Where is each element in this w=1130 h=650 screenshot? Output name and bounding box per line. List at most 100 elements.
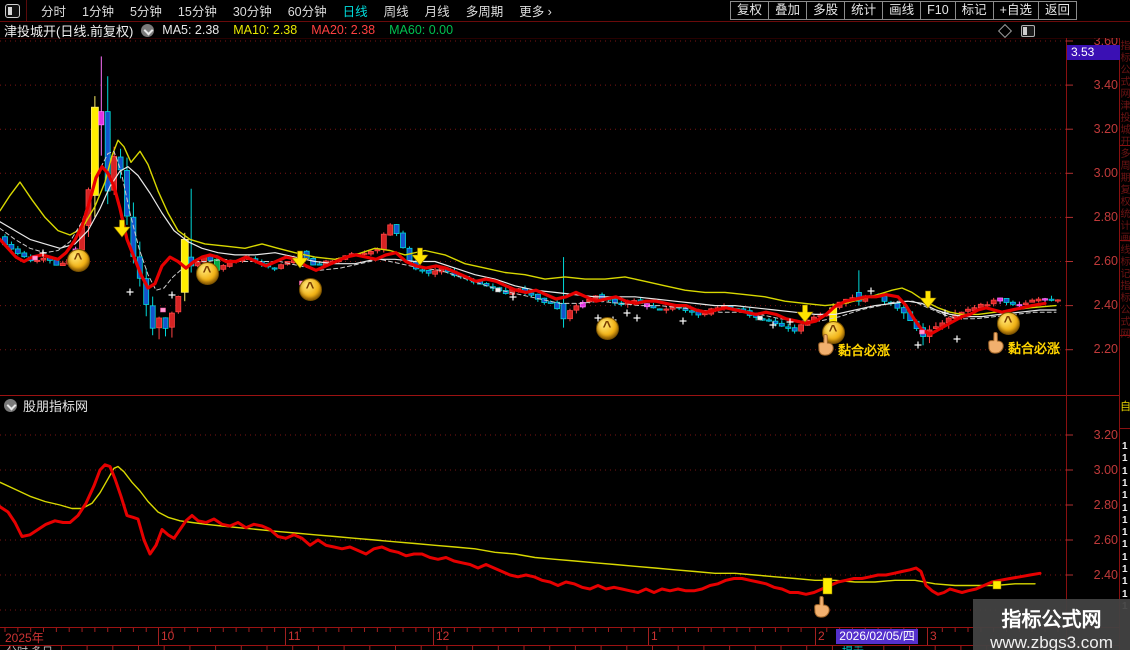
candle-body: [985, 305, 990, 306]
clipped-panel-divider: [1120, 240, 1130, 241]
menu-item-period[interactable]: 分时: [33, 1, 74, 20]
price-axis-label: 2.80: [1070, 498, 1118, 512]
clipped-list-digit: 1: [1122, 503, 1128, 514]
toolbar-button[interactable]: 画线: [882, 1, 921, 20]
candle-body: [362, 253, 367, 254]
sidebar-tab-zixuan[interactable]: 自: [1120, 398, 1130, 414]
menu-item-period[interactable]: 多周期: [458, 1, 512, 20]
sub-indicator-header[interactable]: 股朋指标网: [4, 398, 88, 413]
clipped-list-digit: 1: [1122, 478, 1128, 489]
toolbar-button[interactable]: 叠加: [768, 1, 807, 20]
price-axis-label: 3.00: [1070, 463, 1118, 477]
candle-body: [41, 258, 46, 260]
menu-item-period[interactable]: 15分钟: [170, 1, 225, 20]
clipped-list-digit: 1: [1122, 453, 1128, 464]
candle-body: [1049, 299, 1054, 300]
menu-item-active-period[interactable]: 日线: [335, 1, 376, 20]
candle-body: [529, 293, 534, 295]
candle-body: [272, 268, 277, 269]
menu-item-period[interactable]: 1分钟: [74, 1, 122, 20]
clipped-list-digit: 1: [1122, 490, 1128, 501]
candle-body: [407, 248, 412, 262]
buy-signal-text: 黏合必涨: [838, 340, 890, 359]
hand-cursor-icon: [812, 596, 831, 623]
ma-legend-item: MA60: 0.00: [389, 23, 453, 37]
price-axis-label: 2.40: [1070, 568, 1118, 582]
clipped-right-panel: 指标公式网津投城开多周期复权统计画线标记指标公式网 自 111111111111…: [1120, 0, 1130, 650]
candle-body: [1055, 300, 1060, 301]
candle-body: [767, 320, 772, 321]
coin-signal-icon: ^: [67, 249, 90, 272]
clipped-list-digit: 1: [1122, 589, 1128, 600]
candle-body: [895, 303, 900, 308]
toolbar-button[interactable]: 返回: [1038, 1, 1077, 20]
candle-body: [1004, 298, 1009, 302]
menu-divider: [26, 0, 27, 21]
candle-body: [381, 234, 386, 249]
toolbar-button[interactable]: 统计: [844, 1, 883, 20]
ma-line-white: [0, 167, 1056, 317]
time-axis-label: 12: [436, 629, 449, 643]
white-dot-marker: [758, 316, 763, 320]
ma-legend: MA5: 2.38MA10: 2.38MA20: 2.38MA60: 0.00: [162, 23, 467, 37]
buy-signal-text: 黏合必涨: [1008, 338, 1060, 357]
candle-body: [420, 270, 425, 271]
menu-item-period[interactable]: 月线: [417, 1, 458, 20]
menu-item-period[interactable]: 60分钟: [280, 1, 335, 20]
toolbar-button[interactable]: F10: [920, 1, 956, 20]
toolbar-button[interactable]: 标记: [955, 1, 994, 20]
menu-item-period[interactable]: 周线: [376, 1, 417, 20]
window-panel-icon[interactable]: [5, 4, 20, 18]
coin-signal-icon: ^: [299, 278, 322, 301]
time-axis-label: 1: [651, 629, 658, 643]
pink-dot-marker: [33, 256, 38, 260]
candle-body: [574, 306, 579, 310]
clipped-list-digit: 1: [1122, 564, 1128, 575]
price-axis-label: 3.40: [1070, 78, 1118, 92]
time-axis-label: 3: [930, 629, 937, 643]
signal-line-red: [0, 167, 1045, 335]
coin-signal-icon: ^: [196, 262, 219, 285]
chevron-up-glyph: ^: [603, 322, 612, 332]
candle-body: [15, 249, 20, 254]
split-panel-icon[interactable]: [1021, 25, 1035, 37]
clipped-list-digit: 1: [1122, 576, 1128, 587]
clipped-panel-divider: [1120, 428, 1130, 429]
candle-body: [279, 265, 284, 269]
price-axis-label: 2.40: [1070, 298, 1118, 312]
menu-item-period[interactable]: 更多 ›: [511, 1, 560, 20]
price-axis-label: 2.60: [1070, 533, 1118, 547]
chevron-down-icon[interactable]: [4, 399, 17, 412]
candle-body: [773, 321, 778, 324]
chevron-down-icon[interactable]: [141, 24, 154, 37]
sub-indicator-name: 股朋指标网: [23, 396, 88, 415]
candle-body: [163, 318, 168, 329]
time-axis-label: 2: [818, 629, 825, 643]
chart-canvas[interactable]: [0, 0, 1130, 650]
diamond-icon[interactable]: [998, 24, 1012, 38]
hand-cursor-icon: [986, 332, 1005, 359]
clipped-list-digit: 1: [1122, 539, 1128, 550]
watermark-site-name: 指标公式网: [973, 603, 1130, 632]
toolbar-button[interactable]: 复权: [730, 1, 769, 20]
price-axis-label: 3.20: [1070, 428, 1118, 442]
candle-body: [1036, 299, 1041, 301]
candle-body: [966, 309, 971, 311]
chevron-up-glyph: ^: [74, 254, 83, 264]
clipped-panel-divider: [1120, 145, 1130, 146]
time-axis-label: 2025年: [5, 629, 44, 646]
toolbar-button[interactable]: +自选: [993, 1, 1039, 20]
pink-dot-marker: [920, 330, 925, 334]
clipped-list-digit: 1: [1122, 466, 1128, 477]
candle-body: [657, 309, 662, 310]
menu-item-period[interactable]: 5分钟: [122, 1, 170, 20]
price-axis-label: 2.60: [1070, 254, 1118, 268]
candle-body: [991, 300, 996, 304]
max-price-badge: 3.53: [1067, 45, 1122, 60]
candle-body: [157, 318, 162, 328]
sub-signal-square: [993, 581, 1001, 589]
menu-item-period[interactable]: 30分钟: [225, 1, 280, 20]
toolbar-button[interactable]: 多股: [806, 1, 845, 20]
candle-body: [118, 157, 123, 170]
candle-body: [227, 263, 232, 267]
